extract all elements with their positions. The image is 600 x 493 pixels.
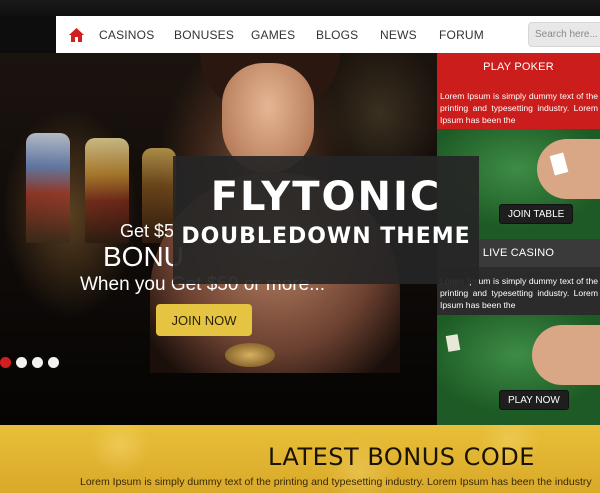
nav-item-news[interactable]: NEWS [380, 16, 417, 53]
nav-item-blogs[interactable]: BLOGS [316, 16, 358, 53]
search-input[interactable] [528, 22, 600, 47]
home-icon [68, 27, 84, 42]
latest-bonus-title: LATEST BONUS CODE [268, 443, 535, 471]
overlay-title: FLYTONIC [210, 174, 442, 220]
slider-dot-2[interactable] [16, 357, 27, 368]
nav-item-casinos[interactable]: CASINOS [99, 16, 154, 53]
nav-home[interactable] [56, 16, 96, 53]
slider-dot-4[interactable] [48, 357, 59, 368]
overlay-subtitle: DOUBLEDOWN THEME [181, 224, 471, 249]
slider-dot-3[interactable] [32, 357, 43, 368]
play-poker-title: PLAY POKER [437, 53, 600, 81]
nav-item-forum[interactable]: FORUM [439, 16, 484, 53]
nav-item-bonuses[interactable]: BONUSES [174, 16, 234, 53]
dealer-hand-image [537, 139, 600, 199]
latest-bonus-section: LATEST BONUS CODE Lorem Ipsum is simply … [0, 425, 600, 493]
join-table-button[interactable]: JOIN TABLE [499, 204, 574, 224]
dealer-hand-image [532, 325, 600, 385]
main-nav: CASINOS BONUSES GAMES BLOGS NEWS FORUM [56, 16, 600, 53]
playing-card-image [445, 334, 461, 352]
play-poker-text: Lorem Ipsum is simply dummy text of the … [440, 91, 598, 125]
nav-item-games[interactable]: GAMES [251, 16, 295, 53]
roulette-image [225, 343, 275, 367]
latest-bonus-text: Lorem Ipsum is simply dummy text of the … [80, 476, 592, 488]
play-now-button[interactable]: PLAY NOW [499, 390, 569, 410]
top-bar [0, 0, 600, 16]
slider-dot-1[interactable] [0, 357, 11, 368]
theme-overlay: FLYTONIC DOUBLEDOWN THEME [173, 156, 479, 284]
join-now-button[interactable]: JOIN NOW [156, 304, 252, 336]
